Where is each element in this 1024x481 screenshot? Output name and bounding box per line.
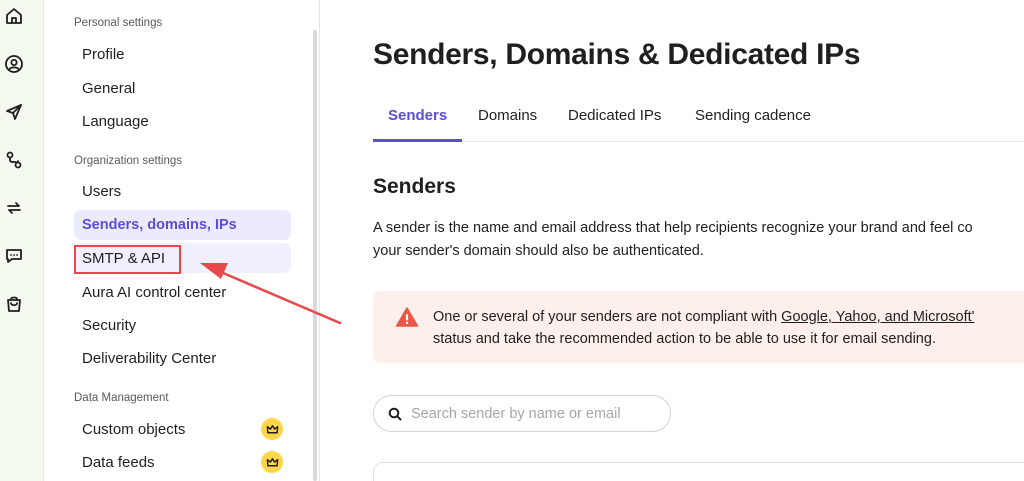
- search-icon: [388, 407, 402, 420]
- tab-bar: Senders Domains Dedicated IPs Sending ca…: [373, 100, 1024, 142]
- tab-dedicated-ips[interactable]: Dedicated IPs: [568, 107, 661, 124]
- automation-icon[interactable]: [4, 150, 24, 170]
- senders-table-card: [373, 462, 1024, 481]
- search-input[interactable]: [411, 405, 661, 422]
- compliance-alert: One or several of your senders are not c…: [373, 291, 1024, 363]
- active-tab-indicator: [373, 139, 462, 142]
- sidebar-item-language[interactable]: Language: [74, 106, 291, 136]
- transfer-icon[interactable]: [4, 198, 24, 218]
- description-line-1: A sender is the name and email address t…: [373, 220, 973, 236]
- sidebar-item-custom-objects[interactable]: Custom objects: [74, 414, 291, 444]
- home-icon[interactable]: [4, 6, 24, 26]
- chat-icon[interactable]: [4, 246, 24, 266]
- crown-icon: [261, 451, 283, 473]
- sidebar-item-users[interactable]: Users: [74, 176, 291, 206]
- tab-sending-cadence[interactable]: Sending cadence: [695, 107, 811, 124]
- sidebar-item-senders-domains-ips[interactable]: Senders, domains, IPs: [74, 210, 291, 240]
- description-line-2: your sender's domain should also be auth…: [373, 243, 704, 259]
- sidebar-item-general[interactable]: General: [74, 73, 291, 103]
- sidebar-item-security[interactable]: Security: [74, 310, 291, 340]
- compliance-requirements-link[interactable]: Google, Yahoo, and Microsoft': [781, 309, 974, 325]
- alert-text-start: One or several of your senders are not c…: [433, 309, 782, 325]
- senders-section-title: Senders: [373, 175, 456, 198]
- data-management-heading: Data Management: [74, 392, 169, 404]
- sender-search-box[interactable]: [373, 395, 671, 432]
- shopping-bag-icon[interactable]: [4, 294, 24, 314]
- alert-message: One or several of your senders are not c…: [433, 306, 974, 350]
- page-title: Senders, Domains & Dedicated IPs: [373, 38, 861, 71]
- user-circle-icon[interactable]: [4, 54, 24, 74]
- sidebar-item-profile[interactable]: Profile: [74, 39, 291, 69]
- crown-icon: [261, 418, 283, 440]
- sidebar-item-deliverability-center[interactable]: Deliverability Center: [74, 343, 291, 373]
- warning-icon: [395, 307, 419, 327]
- sidebar-item-aura-ai-control-center[interactable]: Aura AI control center: [74, 277, 291, 307]
- annotation-highlight-box: [74, 245, 181, 274]
- senders-description: A sender is the name and email address t…: [373, 217, 1024, 263]
- organization-settings-heading: Organization settings: [74, 155, 183, 167]
- send-icon[interactable]: [4, 102, 24, 122]
- tab-domains[interactable]: Domains: [478, 107, 537, 124]
- sidebar-item-data-feeds[interactable]: Data feeds: [74, 447, 291, 477]
- sidebar-scrollbar[interactable]: [313, 30, 317, 481]
- personal-settings-heading: Personal settings: [74, 17, 163, 29]
- alert-text-line-2: status and take the recommended action t…: [433, 331, 936, 347]
- icon-rail: [0, 0, 44, 481]
- tab-senders[interactable]: Senders: [388, 107, 447, 124]
